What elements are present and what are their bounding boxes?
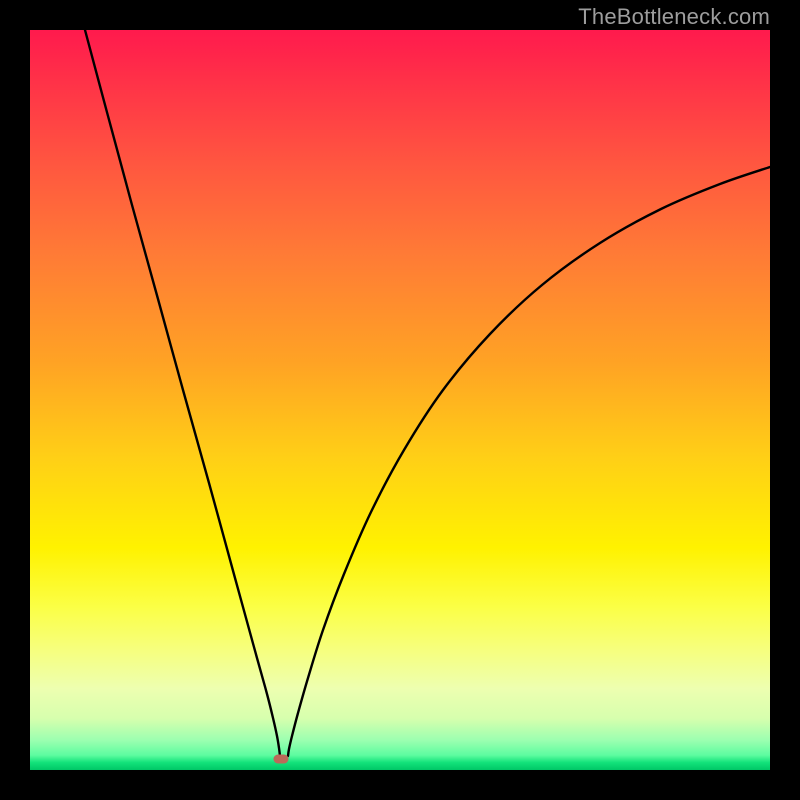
chart-frame: TheBottleneck.com [0, 0, 800, 800]
bottleneck-curve [30, 30, 770, 770]
minimum-marker [274, 755, 289, 764]
watermark-text: TheBottleneck.com [578, 4, 770, 30]
plot-area [30, 30, 770, 770]
